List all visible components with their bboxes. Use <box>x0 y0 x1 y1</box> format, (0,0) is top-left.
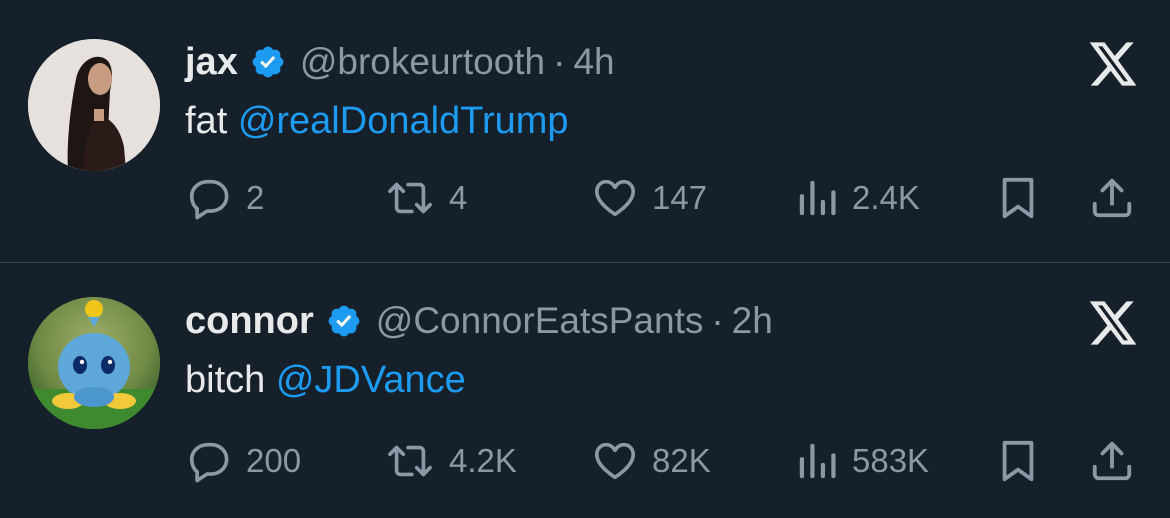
bookmark-button[interactable] <box>998 433 1038 489</box>
tweet-actions: 2 4 147 2.4K <box>0 170 1170 226</box>
verified-badge-icon <box>328 305 360 337</box>
heart-icon <box>594 442 636 480</box>
view-count: 2.4K <box>852 179 920 216</box>
reply-count: 2 <box>246 179 265 216</box>
tweet-text: fat @realDonaldTrump <box>185 100 569 143</box>
display-name[interactable]: jax <box>185 41 238 84</box>
tweet-actions: 200 4.2K 82K 583K <box>0 433 1170 489</box>
reply-button[interactable]: 2 <box>186 170 264 226</box>
x-logo-icon <box>1089 301 1137 345</box>
avatar-photo <box>28 39 160 171</box>
reply-icon <box>189 442 229 483</box>
like-button[interactable]: 82K <box>592 433 711 489</box>
mention-link[interactable]: @realDonaldTrump <box>238 100 569 142</box>
avatar-photo <box>28 297 160 429</box>
mention-link[interactable]: @JDVance <box>276 359 466 401</box>
views-button[interactable]: 583K <box>796 433 929 489</box>
views-icon <box>799 180 836 216</box>
heart-icon <box>594 179 636 217</box>
repost-button[interactable]: 4.2K <box>385 433 517 489</box>
x-logo-icon <box>1089 42 1137 86</box>
like-count: 82K <box>652 442 711 479</box>
separator-dot: · <box>711 300 724 341</box>
verified-badge-icon <box>252 46 284 78</box>
repost-button[interactable]: 4 <box>385 170 467 226</box>
tweet[interactable]: jax @brokeurtooth · 4h fat @realDonaldTr… <box>0 0 1170 259</box>
views-icon <box>799 443 836 479</box>
timestamp[interactable]: 4h <box>573 41 614 83</box>
separator-dot: · <box>553 41 566 82</box>
share-button[interactable] <box>1089 433 1135 489</box>
tweet-body-text: fat <box>185 100 228 142</box>
bookmark-button[interactable] <box>998 170 1038 226</box>
avatar[interactable] <box>28 39 160 171</box>
tweet[interactable]: connor @ConnorEatsPants · 2h bitch @JDVa… <box>0 259 1170 518</box>
tweet-body-text: bitch <box>185 359 266 401</box>
bookmark-icon <box>1002 177 1034 219</box>
like-count: 147 <box>652 179 708 216</box>
display-name[interactable]: connor <box>185 300 314 343</box>
like-button[interactable]: 147 <box>592 170 707 226</box>
repost-count: 4.2K <box>449 442 517 479</box>
view-count: 583K <box>852 442 930 479</box>
reply-button[interactable]: 200 <box>186 433 301 489</box>
reply-count: 200 <box>246 442 302 479</box>
tweet-text: bitch @JDVance <box>185 359 466 402</box>
repost-icon <box>388 445 432 477</box>
repost-count: 4 <box>449 179 468 216</box>
share-icon <box>1092 178 1132 218</box>
avatar[interactable] <box>28 297 160 429</box>
timestamp[interactable]: 2h <box>732 300 773 342</box>
share-button[interactable] <box>1089 170 1135 226</box>
repost-icon <box>388 182 432 214</box>
reply-icon <box>189 179 229 220</box>
share-icon <box>1092 441 1132 481</box>
username-handle[interactable]: @ConnorEatsPants <box>376 300 704 342</box>
bookmark-icon <box>1002 440 1034 482</box>
views-button[interactable]: 2.4K <box>796 170 920 226</box>
username-handle[interactable]: @brokeurtooth <box>300 41 545 83</box>
